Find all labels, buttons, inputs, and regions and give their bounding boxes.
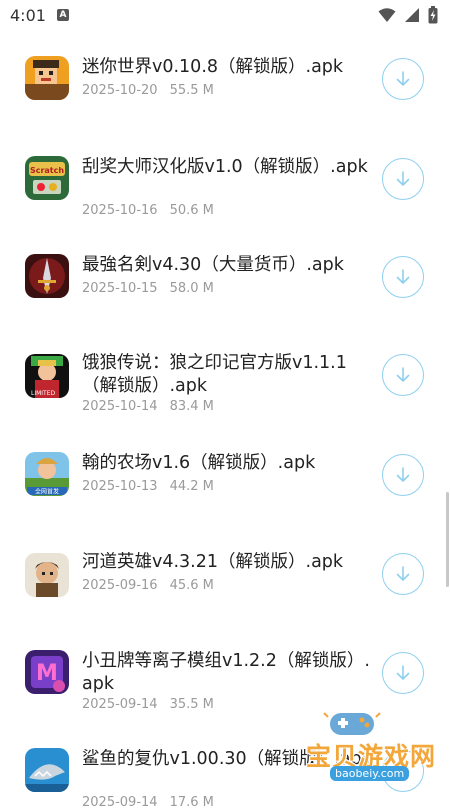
svg-text:Scratch: Scratch xyxy=(30,166,64,175)
balatro-mod-icon: M xyxy=(25,650,69,694)
item-title: 小丑牌等离子模组v1.2.2（解锁版）.apk xyxy=(82,651,370,694)
item-meta: 2025-09-16 45.6 M xyxy=(82,578,214,593)
item-date: 2025-09-16 xyxy=(82,578,158,593)
download-arrow-icon xyxy=(396,171,410,186)
item-size: 17.6 M xyxy=(169,795,214,810)
scrollbar[interactable] xyxy=(446,492,449,587)
item-meta: 2025-10-13 44.2 M xyxy=(82,479,214,494)
mini-world-icon xyxy=(25,56,69,100)
signal-icon xyxy=(405,8,419,22)
battery-charging-icon xyxy=(428,6,438,24)
item-size: 35.5 M xyxy=(169,697,214,712)
item-title: 迷你世界v0.10.8（解锁版）.apk xyxy=(82,57,344,77)
item-date: 2025-10-14 xyxy=(82,399,158,414)
item-date: 2025-10-13 xyxy=(82,479,158,494)
item-size: 83.4 M xyxy=(169,399,214,414)
item-title: 饿狼传说：狼之印记官方版v1.1.1（解锁版）.apk xyxy=(82,353,347,396)
download-arrow-icon xyxy=(396,467,410,482)
item-title: 河道英雄v4.3.21（解锁版）.apk xyxy=(82,552,344,572)
download-button[interactable] xyxy=(382,454,424,496)
item-date: 2025-10-15 xyxy=(82,281,158,296)
fatal-fury-icon: LIMITED xyxy=(25,354,69,398)
status-bar: 4:01 A xyxy=(0,0,450,32)
download-button[interactable] xyxy=(382,58,424,100)
item-date: 2025-10-16 xyxy=(82,203,158,218)
download-button[interactable] xyxy=(382,652,424,694)
svg-text:LIMITED: LIMITED xyxy=(31,390,56,397)
scratch-master-icon: Scratch xyxy=(25,156,69,200)
download-button[interactable] xyxy=(382,354,424,396)
download-arrow-icon xyxy=(396,665,410,680)
item-meta: 2025-10-16 50.6 M xyxy=(82,203,214,218)
download-button[interactable] xyxy=(382,158,424,200)
download-button[interactable] xyxy=(382,256,424,298)
shark-revenge-icon xyxy=(25,748,69,792)
item-meta: 2025-10-15 58.0 M xyxy=(82,281,214,296)
download-arrow-icon xyxy=(396,367,410,382)
item-size: 44.2 M xyxy=(169,479,214,494)
notification-icon: A xyxy=(57,9,69,21)
river-hero-icon xyxy=(25,553,69,597)
wifi-icon xyxy=(378,8,396,22)
svg-text:全网首发: 全网首发 xyxy=(35,488,59,496)
item-size: 50.6 M xyxy=(169,203,214,218)
strongest-sword-icon xyxy=(25,254,69,298)
item-title: 最強名剣v4.30（大量货币）.apk xyxy=(82,255,344,275)
item-size: 58.0 M xyxy=(169,281,214,296)
item-date: 2025-09-14 xyxy=(82,697,158,712)
farm-icon: 全网首发 xyxy=(25,452,69,496)
item-size: 45.6 M xyxy=(169,578,214,593)
watermark-url: baobeiy.com xyxy=(330,766,410,781)
apk-list: 迷你世界v0.10.8（解锁版）.apk 2025-10-20 55.5 M Sc… xyxy=(0,0,450,810)
item-meta: 2025-10-20 55.5 M xyxy=(82,83,214,98)
download-arrow-icon xyxy=(396,269,410,284)
item-date: 2025-10-20 xyxy=(82,83,158,98)
item-date: 2025-09-14 xyxy=(82,795,158,810)
watermark-logo: 宝贝游戏网 baobeiy.com xyxy=(292,707,442,783)
download-arrow-icon xyxy=(396,566,410,581)
item-meta: 2025-09-14 35.5 M xyxy=(82,697,214,712)
status-time: 4:01 xyxy=(10,6,46,25)
item-size: 55.5 M xyxy=(169,83,214,98)
item-title: 翰的农场v1.6（解锁版）.apk xyxy=(82,453,316,473)
gamepad-icon xyxy=(323,712,381,735)
status-icons xyxy=(378,6,438,24)
item-meta: 2025-09-14 17.6 M xyxy=(82,795,214,810)
item-meta: 2025-10-14 83.4 M xyxy=(82,399,214,414)
download-arrow-icon xyxy=(396,71,410,86)
item-title: 刮奖大师汉化版v1.0（解锁版）.apk xyxy=(82,157,368,177)
download-button[interactable] xyxy=(382,553,424,595)
